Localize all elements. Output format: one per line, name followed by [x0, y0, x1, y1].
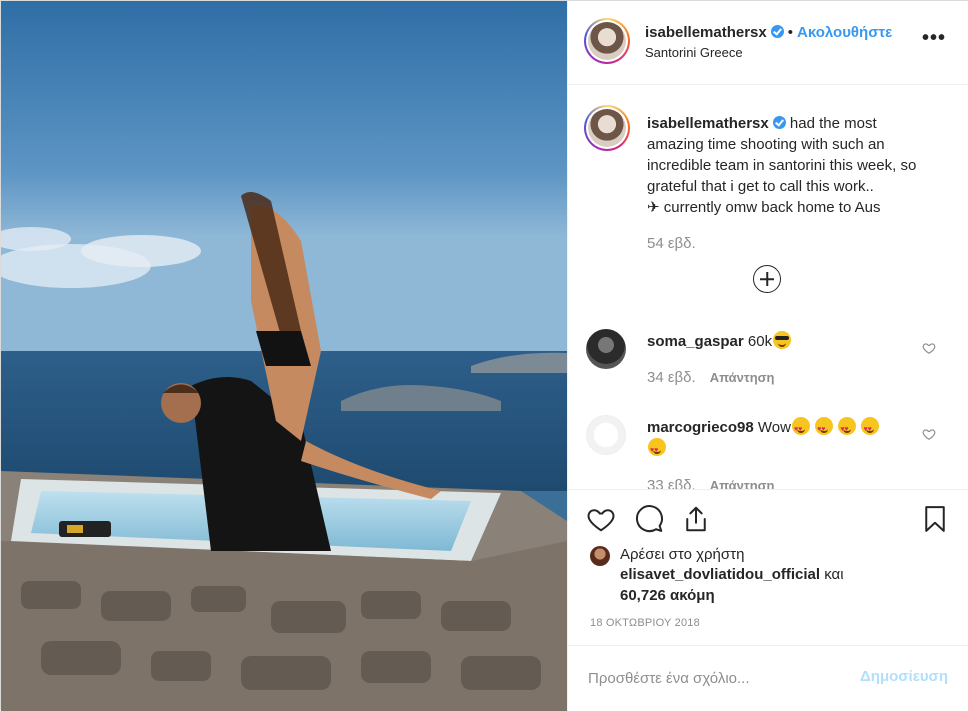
- comment-like-heart-icon[interactable]: [922, 427, 936, 441]
- add-comment-bar: Δημοσίευση: [568, 645, 968, 711]
- header-user-line: isabellemathersx • Ακολουθήστε: [645, 24, 892, 41]
- comment-username[interactable]: soma_gaspar: [647, 333, 744, 350]
- caption-text-block: isabellemathersx had the most amazing ti…: [647, 113, 937, 218]
- caption-username[interactable]: isabellemathersx: [647, 115, 769, 132]
- verified-badge-icon: [770, 25, 784, 38]
- author-avatar[interactable]: [584, 18, 630, 64]
- caption-text-line2: ✈ currently omw back home to Aus: [647, 199, 881, 216]
- commenter-avatar[interactable]: [586, 329, 626, 369]
- header-separator: •: [787, 24, 794, 41]
- comment-meta: 33 εβδ. Απάντηση: [647, 477, 774, 489]
- heart-eyes-emoji-icon: [815, 417, 834, 440]
- heart-eyes-emoji-icon: [838, 417, 857, 440]
- caption-avatar[interactable]: [584, 105, 630, 151]
- plus-circle-icon[interactable]: [753, 265, 781, 293]
- comment-timestamp[interactable]: 34 εβδ.: [647, 369, 696, 386]
- reply-button[interactable]: Απάντηση: [710, 370, 775, 385]
- liked-by-avatar[interactable]: [590, 546, 610, 566]
- follow-button[interactable]: Ακολουθήστε: [797, 24, 892, 41]
- author-username[interactable]: isabellemathersx: [645, 24, 767, 41]
- more-options-icon[interactable]: •••: [922, 27, 946, 50]
- comment-input[interactable]: [588, 666, 838, 690]
- comment-bubble-icon[interactable]: [634, 504, 664, 534]
- comment-username[interactable]: marcogrieco98: [647, 419, 754, 436]
- comments-area[interactable]: isabellemathersx had the most amazing ti…: [568, 85, 968, 489]
- comment-like-heart-icon[interactable]: [922, 341, 936, 355]
- caption-timestamp[interactable]: 54 εβδ.: [647, 235, 696, 252]
- reply-button[interactable]: Απάντηση: [710, 478, 775, 489]
- post-header: isabellemathersx • Ακολουθήστε Santorini G…: [568, 1, 968, 85]
- share-icon[interactable]: [681, 504, 711, 534]
- sunglasses-emoji-icon: [773, 331, 792, 349]
- comment-meta: 34 εβδ. Απάντηση: [647, 369, 774, 386]
- heart-eyes-emoji-icon: [861, 417, 880, 440]
- comment-text-block: marcogrieco98 Wow: [647, 417, 917, 461]
- post-date[interactable]: 18 ΟΚΤΩΒΡΙΟΥ 2018: [590, 617, 700, 629]
- liked-by-prefix: Αρέσει στο χρήστη: [620, 546, 745, 563]
- side-panel: isabellemathersx • Ακολουθήστε Santorini G…: [567, 1, 968, 711]
- post-photo[interactable]: [1, 1, 567, 711]
- post-comment-button[interactable]: Δημοσίευση: [860, 668, 948, 685]
- action-bar: Αρέσει στο χρήστη elisavet_dovliatidou_o…: [568, 489, 968, 645]
- comment-text: Wow: [757, 419, 791, 436]
- heart-icon[interactable]: [586, 504, 616, 534]
- photo-illustration: [1, 1, 567, 711]
- comment-text: 60k: [747, 333, 773, 350]
- comment-timestamp[interactable]: 33 εβδ.: [647, 477, 696, 489]
- liked-by-line: elisavet_dovliatidou_official και: [620, 566, 844, 583]
- verified-badge-icon: [772, 116, 786, 129]
- heart-eyes-emoji-icon: [648, 438, 666, 461]
- liked-by-and: και: [824, 566, 844, 583]
- location-link[interactable]: Santorini Greece: [645, 45, 743, 60]
- likes-count[interactable]: 60,726 ακόμη: [620, 587, 715, 604]
- bookmark-icon[interactable]: [920, 504, 950, 534]
- heart-eyes-emoji-icon: [791, 417, 810, 440]
- liked-by-user[interactable]: elisavet_dovliatidou_official: [620, 566, 820, 583]
- comment-text-block: soma_gaspar 60k: [647, 331, 917, 352]
- likes-count-line: 60,726 ακόμη: [620, 587, 715, 604]
- post-dialog: isabellemathersx • Ακολουθήστε Santorini G…: [0, 0, 968, 711]
- commenter-avatar[interactable]: [586, 415, 626, 455]
